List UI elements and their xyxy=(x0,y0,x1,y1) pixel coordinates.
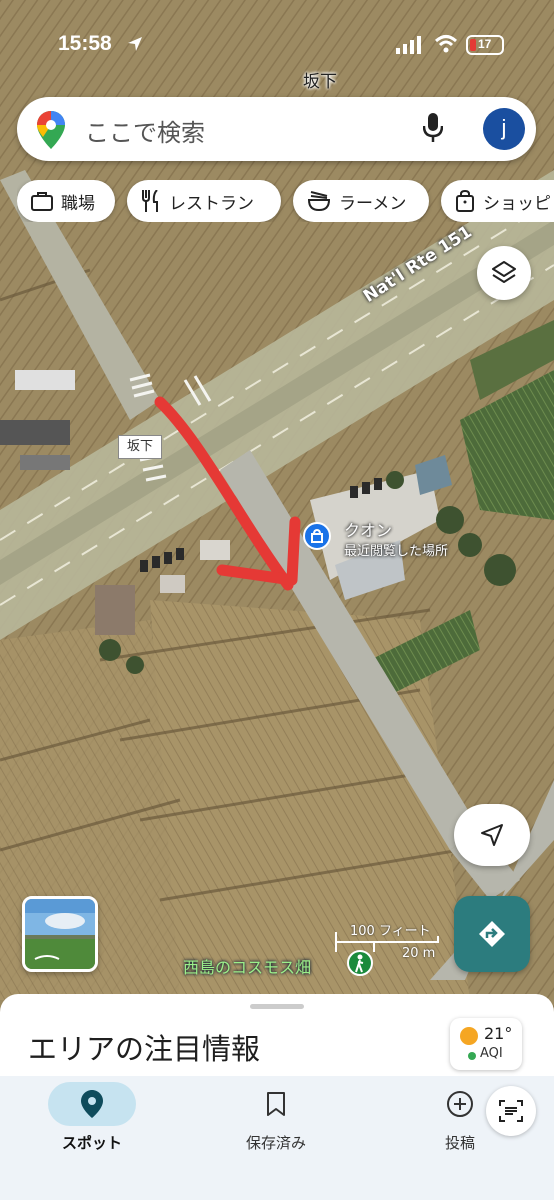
directions-button[interactable] xyxy=(454,896,530,972)
weather-temp: 21° xyxy=(484,1024,513,1043)
sun-icon xyxy=(460,1027,478,1045)
account-avatar[interactable]: j xyxy=(483,108,525,150)
scan-text-icon xyxy=(499,1100,523,1122)
hiking-icon xyxy=(355,954,364,973)
tab-label: 保存済み xyxy=(245,1134,306,1152)
chip-work[interactable]: 職場 xyxy=(17,180,115,222)
landmark-label[interactable]: 西島のコスモス畑 xyxy=(183,954,311,978)
battery-icon: 17 xyxy=(466,35,504,55)
chip-label: ショッピ xyxy=(483,193,551,214)
google-lens-button[interactable] xyxy=(486,1086,536,1136)
chip-label: ラーメン xyxy=(339,193,407,214)
park-marker[interactable] xyxy=(347,950,373,976)
poi-marker[interactable] xyxy=(303,522,331,550)
google-maps-logo-icon xyxy=(37,111,65,149)
shopping-bag-icon xyxy=(456,190,474,212)
status-time: 15:58 xyxy=(58,32,112,55)
chip-label: レストラン xyxy=(169,193,254,214)
chip-label: 職場 xyxy=(61,193,95,214)
chip-ramen[interactable]: ラーメン xyxy=(293,180,429,222)
bookmark-icon xyxy=(267,1092,285,1116)
category-chips: 職場 レストラン ラーメン ショッピ xyxy=(17,180,554,222)
tab-saved[interactable]: 保存済み xyxy=(216,1082,336,1153)
briefcase-icon xyxy=(31,192,53,211)
search-input[interactable]: ここで検索 xyxy=(85,113,205,148)
scale-meters: 20 m xyxy=(402,946,436,961)
street-view-thumbnail[interactable] xyxy=(22,896,98,972)
battery-level: 17 xyxy=(478,37,492,51)
location-pin-icon xyxy=(81,1090,103,1118)
add-circle-icon xyxy=(447,1091,473,1117)
sheet-title: エリアの注目情報 xyxy=(28,1032,261,1066)
chip-restaurant[interactable]: レストラン xyxy=(127,180,281,222)
layers-icon xyxy=(492,261,516,283)
search-bar[interactable]: ここで検索 j xyxy=(17,97,536,161)
cellular-signal-icon xyxy=(396,36,421,54)
map-layers-button[interactable] xyxy=(477,246,531,300)
tab-label: 投稿 xyxy=(444,1134,475,1152)
microphone-icon[interactable] xyxy=(423,113,443,143)
directions-icon xyxy=(479,921,505,947)
map-place-label[interactable]: 坂下 xyxy=(303,67,337,92)
chip-shopping[interactable]: ショッピ xyxy=(441,180,554,222)
sheet-drag-handle[interactable] xyxy=(250,1004,304,1009)
poi-name[interactable]: クオン xyxy=(344,517,392,541)
store-icon xyxy=(311,529,323,543)
navigation-arrow-icon xyxy=(481,824,503,846)
location-arrow-icon xyxy=(128,37,142,51)
poi-subtitle: 最近閲覧した場所 xyxy=(344,544,449,559)
weather-badge[interactable]: 21° AQI xyxy=(450,1018,522,1070)
bottom-tab-bar: スポット 保存済み 投稿 xyxy=(0,1076,554,1200)
fork-knife-icon xyxy=(142,190,158,212)
tab-label: スポット xyxy=(61,1134,122,1152)
wifi-icon xyxy=(434,35,458,53)
street-view-preview xyxy=(25,899,95,969)
ramen-bowl-icon xyxy=(307,191,331,212)
aqi-status-dot xyxy=(468,1052,476,1060)
intersection-sign-label: 坂下 xyxy=(118,435,162,459)
tab-explore[interactable]: スポット xyxy=(32,1082,152,1153)
status-bar: 15:58 17 xyxy=(0,30,554,64)
my-location-button[interactable] xyxy=(454,804,530,866)
aqi-label: AQI xyxy=(480,1046,503,1061)
